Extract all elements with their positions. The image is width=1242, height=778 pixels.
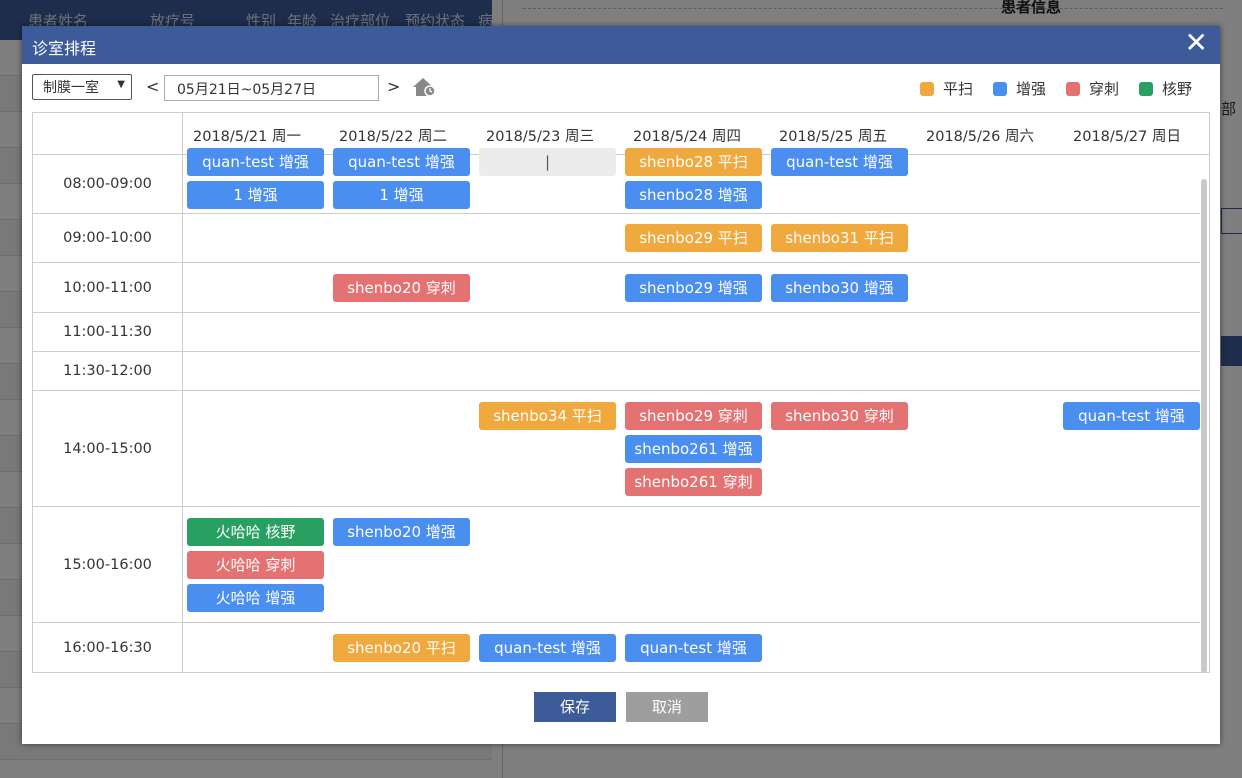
appointment-chip[interactable]: 1 增强 [187, 181, 324, 209]
appointment-chip[interactable]: shenbo30 穿刺 [771, 402, 908, 430]
schedule-grid: 2018/5/21 周一 2018/5/22 周二 2018/5/23 周三 2018… [32, 112, 1210, 673]
appointment-chip[interactable]: shenbo261 穿刺 [625, 468, 762, 496]
time-slot-row: 11:30-12:00 [33, 352, 1200, 391]
legend-label: 核野 [1161, 80, 1192, 98]
time-slot-row: 10:00-11:00 shenbo20 穿刺 shenbo29 增强 shenbo3… [33, 263, 1200, 313]
appointment-chip[interactable]: shenbo30 增强 [771, 274, 908, 302]
day-header: 2018/5/22 周二 [339, 129, 447, 145]
time-slot-label: 11:00-11:30 [33, 313, 183, 351]
legend-swatch [992, 81, 1007, 96]
next-week-button[interactable]: > [387, 77, 400, 96]
legend-item: 平扫 [919, 78, 973, 99]
appointment-chip[interactable]: 火哈哈 核野 [187, 518, 324, 546]
time-slot-row: 16:00-16:30 shenbo20 平扫 quan-test 增强 quan-t… [33, 623, 1200, 672]
prev-week-button[interactable]: < [146, 77, 159, 96]
day-header: 2018/5/23 周三 [486, 129, 594, 145]
appointment-chip[interactable]: quan-test 增强 [771, 148, 908, 176]
legend-item: 核野 [1138, 78, 1192, 99]
home-icon[interactable] [411, 76, 437, 98]
legend-swatch [1138, 81, 1153, 96]
time-slot-label: 08:00-09:00 [33, 145, 183, 213]
legend-item: 穿刺 [1065, 78, 1119, 99]
appointment-chip[interactable]: 火哈哈 穿刺 [187, 551, 324, 579]
date-range-field[interactable]: 05月21日~05月27日 [164, 75, 379, 101]
time-slot-row: 15:00-16:00 火哈哈 核野 火哈哈 穿刺 火哈哈 增强 shenbo20 增强 [33, 507, 1200, 623]
appointment-chip[interactable]: shenbo20 平扫 [333, 634, 470, 662]
appointment-chip[interactable]: shenbo28 增强 [625, 181, 762, 209]
save-button[interactable]: 保存 [534, 692, 616, 722]
legend-label: 平扫 [942, 80, 973, 98]
dialog-header: 诊室排程 ✕ [22, 26, 1220, 64]
appointment-chip[interactable]: quan-test 增强 [625, 634, 762, 662]
appointment-chip[interactable]: shenbo28 平扫 [625, 148, 762, 176]
appointment-chip[interactable]: quan-test 增强 [187, 148, 324, 176]
time-slot-label: 14:00-15:00 [33, 391, 183, 506]
appointment-chip[interactable]: shenbo20 穿刺 [333, 274, 470, 302]
time-slot-label: 16:00-16:30 [33, 623, 183, 672]
clinic-schedule-dialog: 诊室排程 ✕ 制膜一室 ▼ < 05月21日~05月27日 > 平扫 增强 穿刺 核野… [22, 26, 1220, 744]
close-icon[interactable]: ✕ [1185, 29, 1208, 57]
appointment-chip[interactable]: shenbo31 平扫 [771, 224, 908, 252]
legend-item: 增强 [992, 78, 1046, 99]
appointment-chip[interactable]: | [479, 148, 616, 176]
time-slot-label: 15:00-16:00 [33, 507, 183, 622]
day-header: 2018/5/21 周一 [193, 129, 301, 145]
day-header: 2018/5/25 周五 [779, 129, 887, 145]
time-slot-label: 09:00-10:00 [33, 213, 183, 262]
appointment-chip[interactable]: shenbo29 增强 [625, 274, 762, 302]
appointment-chip[interactable]: quan-test 增强 [333, 148, 470, 176]
vertical-scrollbar[interactable] [1201, 179, 1207, 672]
appointment-chip[interactable]: shenbo261 增强 [625, 435, 762, 463]
appointment-chip[interactable]: quan-test 增强 [479, 634, 616, 662]
appointment-chip[interactable]: shenbo20 增强 [333, 518, 470, 546]
time-slot-label: 10:00-11:00 [33, 263, 183, 312]
day-header: 2018/5/26 周六 [926, 129, 1034, 145]
time-slot-row: 08:00-09:00 quan-test 增强 1 增强 quan-test 增强 1… [33, 145, 1200, 214]
legend-swatch [1065, 81, 1080, 96]
legend-swatch [919, 81, 934, 96]
room-select[interactable]: 制膜一室 ▼ [32, 74, 132, 100]
appointment-chip[interactable]: 火哈哈 增强 [187, 584, 324, 612]
appointment-chip[interactable]: quan-test 增强 [1063, 402, 1200, 430]
appointment-chip[interactable]: shenbo29 平扫 [625, 224, 762, 252]
appointment-chip[interactable]: shenbo34 平扫 [479, 402, 616, 430]
schedule-body: 08:00-09:00 quan-test 增强 1 增强 quan-test 增强 1… [33, 145, 1209, 672]
time-slot-row: 11:00-11:30 [33, 313, 1200, 352]
day-header: 2018/5/24 周四 [633, 129, 741, 145]
legend-label: 增强 [1015, 80, 1046, 98]
legend: 平扫 增强 穿刺 核野 [919, 78, 1192, 99]
time-slot-label: 11:30-12:00 [33, 352, 183, 390]
time-slot-row: 14:00-15:00 shenbo34 平扫 shenbo29 穿刺 shenbo2… [33, 391, 1200, 507]
appointment-chip[interactable]: 1 增强 [333, 181, 470, 209]
time-slot-row: 09:00-10:00 shenbo29 平扫 shenbo31 平扫 [33, 213, 1200, 263]
day-header: 2018/5/27 周日 [1073, 129, 1181, 145]
legend-label: 穿刺 [1088, 80, 1119, 98]
room-select-value: 制膜一室 [43, 80, 99, 96]
schedule-toolbar: 制膜一室 ▼ < 05月21日~05月27日 > 平扫 增强 穿刺 核野 [32, 74, 1210, 101]
dialog-title: 诊室排程 [32, 39, 97, 58]
appointment-chip[interactable]: shenbo29 穿刺 [625, 402, 762, 430]
caret-down-icon: ▼ [117, 79, 125, 90]
cancel-button[interactable]: 取消 [626, 692, 708, 722]
